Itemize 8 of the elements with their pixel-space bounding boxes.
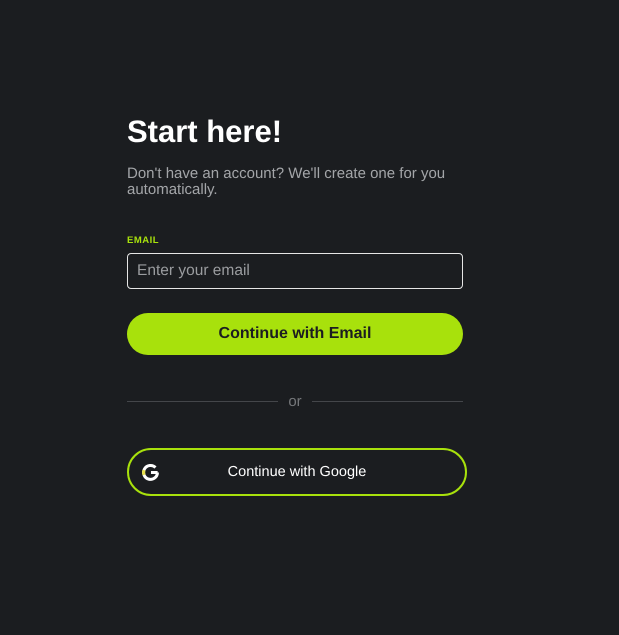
continue-google-button[interactable]: Continue with Google: [127, 448, 467, 496]
email-label: EMAIL: [127, 235, 160, 246]
google-icon: [141, 462, 160, 482]
continue-email-button[interactable]: Continue with Email: [127, 313, 463, 355]
email-field[interactable]: Enter your email: [127, 253, 463, 289]
subtitle: Don't have an account? We'll create one for you automatically.: [127, 166, 446, 198]
divider-text: or: [288, 393, 302, 410]
page-title: Start here!: [127, 113, 282, 151]
